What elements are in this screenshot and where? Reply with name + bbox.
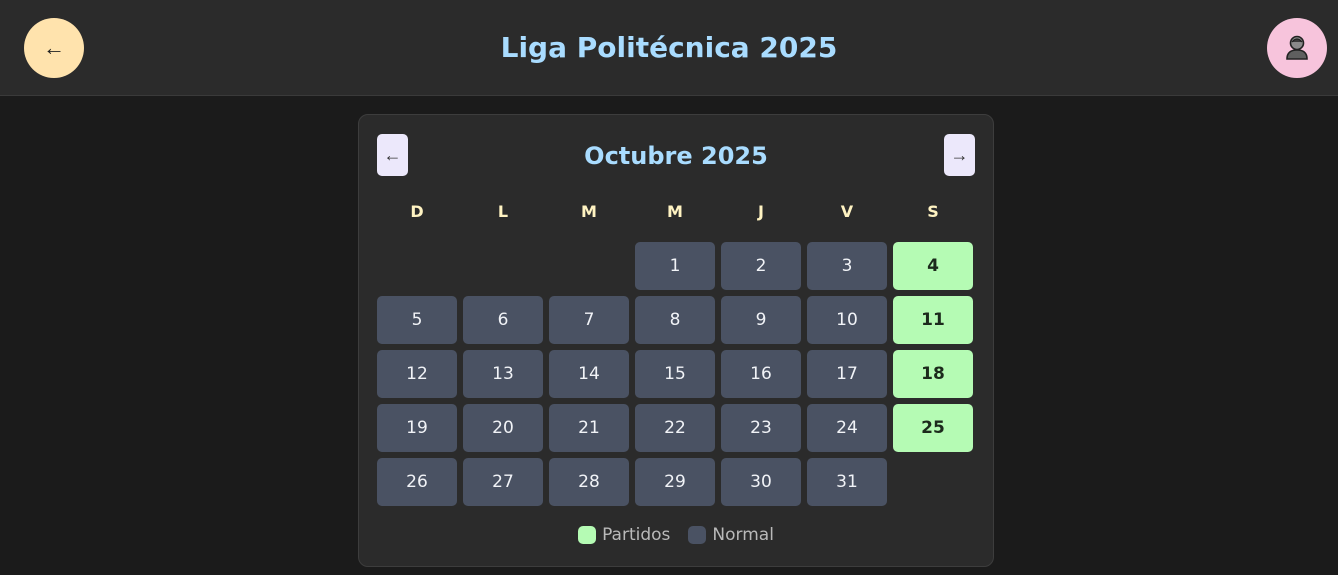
day-cell[interactable]: 27 <box>463 458 543 506</box>
day-cell[interactable]: 12 <box>377 350 457 398</box>
empty-day-cell <box>549 242 629 290</box>
day-cell[interactable]: 31 <box>807 458 887 506</box>
calendar-grid: 1 2 3 4 5 6 7 8 9 10 11 12 13 14 15 16 17 18 19 20 21 22 23 24 2… <box>377 242 973 506</box>
weekday-label: D <box>410 202 424 221</box>
day-cell[interactable]: 15 <box>635 350 715 398</box>
day-cell[interactable]: 21 <box>549 404 629 452</box>
match-day-cell[interactable]: 11 <box>893 296 973 344</box>
profile-button[interactable] <box>1267 18 1327 78</box>
day-cell[interactable]: 22 <box>635 404 715 452</box>
day-cell[interactable]: 24 <box>807 404 887 452</box>
weekday-label: J <box>758 202 764 221</box>
match-day-cell[interactable]: 25 <box>893 404 973 452</box>
day-cell[interactable]: 3 <box>807 242 887 290</box>
legend-item-matches: Partidos <box>578 525 670 545</box>
month-title: Octubre 2025 <box>584 142 768 170</box>
weekday-label: S <box>927 202 939 221</box>
empty-day-cell <box>463 242 543 290</box>
day-cell[interactable]: 23 <box>721 404 801 452</box>
weekday-label: V <box>840 202 854 221</box>
page-title: Liga Politécnica 2025 <box>500 31 838 64</box>
day-cell[interactable]: 20 <box>463 404 543 452</box>
day-cell[interactable]: 1 <box>635 242 715 290</box>
legend-normal-label: Normal <box>712 525 774 545</box>
normal-swatch <box>688 526 707 544</box>
day-cell[interactable]: 29 <box>635 458 715 506</box>
calendar-card: ← Octubre 2025 → DLMMJVS 1 2 3 4 5 6 7 8 9 10 11 12… <box>358 114 994 567</box>
day-cell[interactable]: 28 <box>549 458 629 506</box>
day-cell[interactable]: 9 <box>721 296 801 344</box>
weekday-label: M <box>581 202 597 221</box>
day-cell[interactable]: 8 <box>635 296 715 344</box>
day-cell[interactable]: 10 <box>807 296 887 344</box>
weekday-label: M <box>667 202 683 221</box>
day-cell[interactable]: 16 <box>721 350 801 398</box>
day-cell[interactable]: 5 <box>377 296 457 344</box>
match-day-cell[interactable]: 4 <box>893 242 973 290</box>
day-cell[interactable]: 14 <box>549 350 629 398</box>
matches-swatch <box>578 526 597 544</box>
weekday-header-row: DLMMJVS <box>377 201 973 223</box>
legend-matches-label: Partidos <box>602 525 671 545</box>
weekday-label: L <box>497 202 509 221</box>
day-cell[interactable]: 19 <box>377 404 457 452</box>
day-cell[interactable]: 13 <box>463 350 543 398</box>
day-cell[interactable]: 30 <box>721 458 801 506</box>
day-cell[interactable]: 2 <box>721 242 801 290</box>
day-cell[interactable]: 17 <box>807 350 887 398</box>
day-cell[interactable]: 26 <box>377 458 457 506</box>
day-cell[interactable]: 7 <box>549 296 629 344</box>
empty-day-cell <box>377 242 457 290</box>
next-month-button[interactable]: → <box>944 134 975 176</box>
match-day-cell[interactable]: 18 <box>893 350 973 398</box>
top-bar: ← Liga Politécnica 2025 <box>0 0 1338 96</box>
legend: Partidos Normal <box>359 525 993 545</box>
legend-item-normal: Normal <box>688 525 774 545</box>
user-avatar-icon <box>1283 33 1311 64</box>
day-cell[interactable]: 6 <box>463 296 543 344</box>
